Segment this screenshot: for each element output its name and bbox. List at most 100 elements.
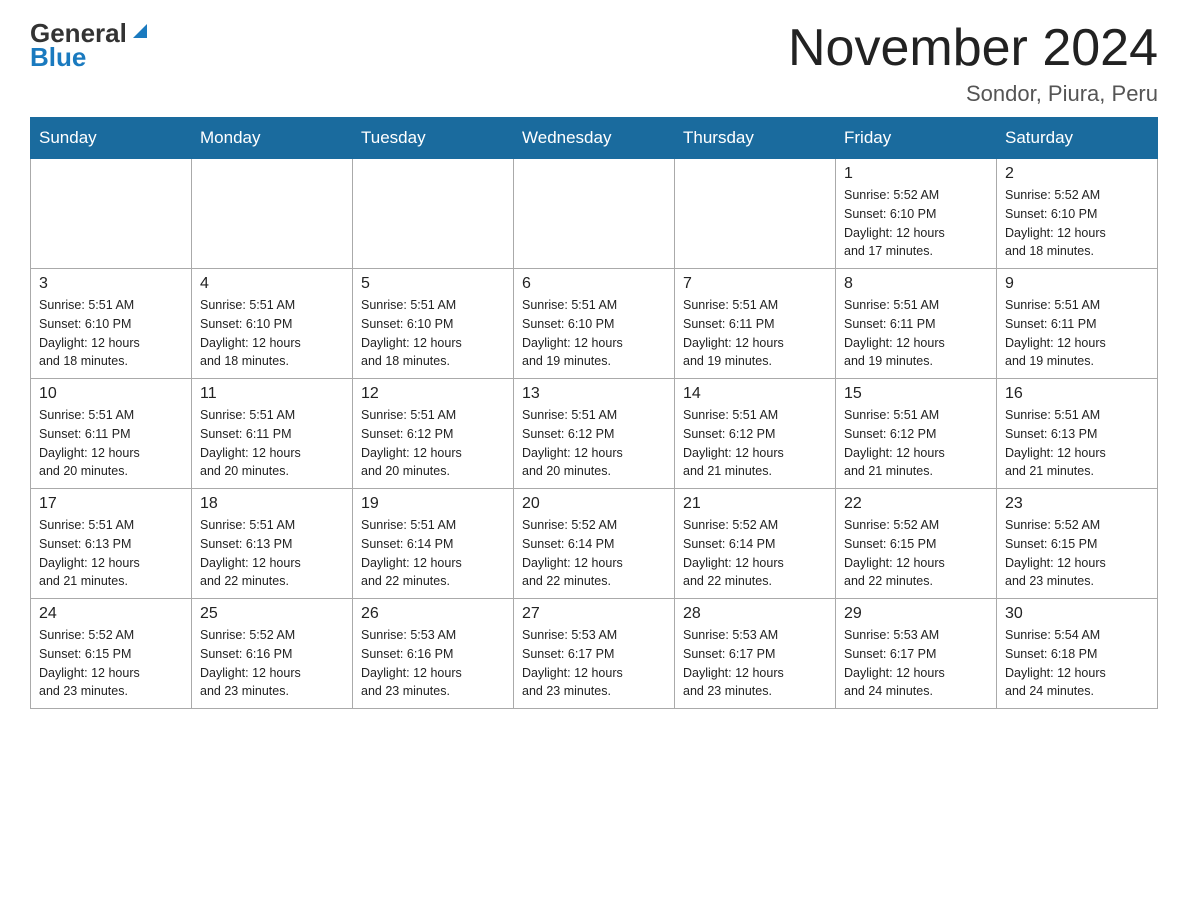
day-number: 6	[522, 275, 666, 293]
day-number: 30	[1005, 605, 1149, 623]
day-number: 7	[683, 275, 827, 293]
calendar-cell: 28Sunrise: 5:53 AMSunset: 6:17 PMDayligh…	[675, 599, 836, 709]
page-header: General Blue November 2024 Sondor, Piura…	[30, 20, 1158, 107]
location-title: Sondor, Piura, Peru	[788, 81, 1158, 107]
calendar-header-row: SundayMondayTuesdayWednesdayThursdayFrid…	[31, 118, 1158, 159]
day-info: Sunrise: 5:52 AMSunset: 6:16 PMDaylight:…	[200, 626, 344, 701]
day-info: Sunrise: 5:52 AMSunset: 6:14 PMDaylight:…	[522, 516, 666, 591]
day-number: 26	[361, 605, 505, 623]
calendar-cell: 21 Sunrise: 5:52 AMSunset: 6:14 PMDayligh…	[675, 489, 836, 599]
day-number: 21	[683, 495, 827, 513]
day-header-friday: Friday	[836, 118, 997, 159]
calendar-cell	[353, 159, 514, 269]
day-number: 8	[844, 275, 988, 293]
day-info: Sunrise: 5:51 AMSunset: 6:12 PMDaylight:…	[522, 406, 666, 481]
day-number: 1	[844, 165, 988, 183]
calendar-cell: 29 Sunrise: 5:53 AMSunset: 6:17 PMDayligh…	[836, 599, 997, 709]
day-number: 20	[522, 495, 666, 513]
calendar-table: SundayMondayTuesdayWednesdayThursdayFrid…	[30, 117, 1158, 709]
calendar-cell: 9 Sunrise: 5:51 AMSunset: 6:11 PMDaylight…	[997, 269, 1158, 379]
day-header-saturday: Saturday	[997, 118, 1158, 159]
day-info: Sunrise: 5:51 AMSunset: 6:10 PMDaylight:…	[39, 296, 183, 371]
calendar-cell: 30Sunrise: 5:54 AMSunset: 6:18 PMDayligh…	[997, 599, 1158, 709]
calendar-cell: 24 Sunrise: 5:52 AMSunset: 6:15 PMDayligh…	[31, 599, 192, 709]
calendar-cell: 3 Sunrise: 5:51 AMSunset: 6:10 PMDaylight…	[31, 269, 192, 379]
calendar-cell: 6 Sunrise: 5:51 AMSunset: 6:10 PMDaylight…	[514, 269, 675, 379]
calendar-cell: 27Sunrise: 5:53 AMSunset: 6:17 PMDayligh…	[514, 599, 675, 709]
day-info: Sunrise: 5:51 AMSunset: 6:14 PMDaylight:…	[361, 516, 505, 591]
day-number: 2	[1005, 165, 1149, 183]
calendar-cell: 19 Sunrise: 5:51 AMSunset: 6:14 PMDayligh…	[353, 489, 514, 599]
day-info: Sunrise: 5:51 AMSunset: 6:13 PMDaylight:…	[1005, 406, 1149, 481]
day-number: 12	[361, 385, 505, 403]
calendar-cell: 17Sunrise: 5:51 AMSunset: 6:13 PMDayligh…	[31, 489, 192, 599]
day-info: Sunrise: 5:51 AMSunset: 6:10 PMDaylight:…	[361, 296, 505, 371]
calendar-cell: 16 Sunrise: 5:51 AMSunset: 6:13 PMDayligh…	[997, 379, 1158, 489]
day-number: 4	[200, 275, 344, 293]
calendar-cell: 2 Sunrise: 5:52 AMSunset: 6:10 PMDaylight…	[997, 159, 1158, 269]
day-info: Sunrise: 5:52 AMSunset: 6:15 PMDaylight:…	[39, 626, 183, 701]
day-number: 22	[844, 495, 988, 513]
day-number: 5	[361, 275, 505, 293]
day-info: Sunrise: 5:52 AMSunset: 6:15 PMDaylight:…	[1005, 516, 1149, 591]
day-info: Sunrise: 5:51 AMSunset: 6:13 PMDaylight:…	[39, 516, 183, 591]
day-info: Sunrise: 5:53 AMSunset: 6:17 PMDaylight:…	[522, 626, 666, 701]
day-number: 10	[39, 385, 183, 403]
calendar-cell: 22Sunrise: 5:52 AMSunset: 6:15 PMDayligh…	[836, 489, 997, 599]
day-number: 9	[1005, 275, 1149, 293]
day-info: Sunrise: 5:52 AMSunset: 6:10 PMDaylight:…	[1005, 186, 1149, 261]
logo-blue-text: Blue	[30, 42, 86, 73]
calendar-cell: 12 Sunrise: 5:51 AMSunset: 6:12 PMDayligh…	[353, 379, 514, 489]
day-info: Sunrise: 5:51 AMSunset: 6:10 PMDaylight:…	[522, 296, 666, 371]
calendar-cell: 10 Sunrise: 5:51 AMSunset: 6:11 PMDayligh…	[31, 379, 192, 489]
day-number: 18	[200, 495, 344, 513]
day-info: Sunrise: 5:51 AMSunset: 6:11 PMDaylight:…	[1005, 296, 1149, 371]
day-header-monday: Monday	[192, 118, 353, 159]
day-info: Sunrise: 5:51 AMSunset: 6:11 PMDaylight:…	[39, 406, 183, 481]
week-row-3: 10 Sunrise: 5:51 AMSunset: 6:11 PMDayligh…	[31, 379, 1158, 489]
day-info: Sunrise: 5:51 AMSunset: 6:12 PMDaylight:…	[361, 406, 505, 481]
day-number: 14	[683, 385, 827, 403]
calendar-cell: 7 Sunrise: 5:51 AMSunset: 6:11 PMDaylight…	[675, 269, 836, 379]
logo-triangle-icon	[129, 20, 151, 42]
day-number: 19	[361, 495, 505, 513]
calendar-cell: 15Sunrise: 5:51 AMSunset: 6:12 PMDayligh…	[836, 379, 997, 489]
day-number: 24	[39, 605, 183, 623]
day-header-thursday: Thursday	[675, 118, 836, 159]
day-number: 23	[1005, 495, 1149, 513]
week-row-2: 3 Sunrise: 5:51 AMSunset: 6:10 PMDaylight…	[31, 269, 1158, 379]
calendar-cell: 4 Sunrise: 5:51 AMSunset: 6:10 PMDaylight…	[192, 269, 353, 379]
day-number: 13	[522, 385, 666, 403]
day-number: 3	[39, 275, 183, 293]
day-number: 16	[1005, 385, 1149, 403]
month-title: November 2024	[788, 20, 1158, 77]
day-number: 11	[200, 385, 344, 403]
day-info: Sunrise: 5:51 AMSunset: 6:13 PMDaylight:…	[200, 516, 344, 591]
day-header-tuesday: Tuesday	[353, 118, 514, 159]
day-info: Sunrise: 5:52 AMSunset: 6:14 PMDaylight:…	[683, 516, 827, 591]
day-number: 25	[200, 605, 344, 623]
calendar-cell: 23 Sunrise: 5:52 AMSunset: 6:15 PMDayligh…	[997, 489, 1158, 599]
day-number: 29	[844, 605, 988, 623]
day-info: Sunrise: 5:51 AMSunset: 6:12 PMDaylight:…	[683, 406, 827, 481]
day-info: Sunrise: 5:51 AMSunset: 6:10 PMDaylight:…	[200, 296, 344, 371]
week-row-1: 1 Sunrise: 5:52 AMSunset: 6:10 PMDaylight…	[31, 159, 1158, 269]
day-header-wednesday: Wednesday	[514, 118, 675, 159]
calendar-cell: 5 Sunrise: 5:51 AMSunset: 6:10 PMDaylight…	[353, 269, 514, 379]
calendar-cell: 18 Sunrise: 5:51 AMSunset: 6:13 PMDayligh…	[192, 489, 353, 599]
day-info: Sunrise: 5:52 AMSunset: 6:10 PMDaylight:…	[844, 186, 988, 261]
day-info: Sunrise: 5:51 AMSunset: 6:11 PMDaylight:…	[683, 296, 827, 371]
day-info: Sunrise: 5:51 AMSunset: 6:11 PMDaylight:…	[200, 406, 344, 481]
calendar-cell: 1 Sunrise: 5:52 AMSunset: 6:10 PMDaylight…	[836, 159, 997, 269]
title-area: November 2024 Sondor, Piura, Peru	[788, 20, 1158, 107]
calendar-cell	[31, 159, 192, 269]
calendar-cell	[192, 159, 353, 269]
calendar-cell: 13 Sunrise: 5:51 AMSunset: 6:12 PMDayligh…	[514, 379, 675, 489]
week-row-4: 17Sunrise: 5:51 AMSunset: 6:13 PMDayligh…	[31, 489, 1158, 599]
calendar-cell: 8 Sunrise: 5:51 AMSunset: 6:11 PMDaylight…	[836, 269, 997, 379]
day-header-sunday: Sunday	[31, 118, 192, 159]
day-info: Sunrise: 5:53 AMSunset: 6:17 PMDaylight:…	[844, 626, 988, 701]
day-number: 15	[844, 385, 988, 403]
calendar-cell: 11 Sunrise: 5:51 AMSunset: 6:11 PMDayligh…	[192, 379, 353, 489]
day-info: Sunrise: 5:51 AMSunset: 6:11 PMDaylight:…	[844, 296, 988, 371]
